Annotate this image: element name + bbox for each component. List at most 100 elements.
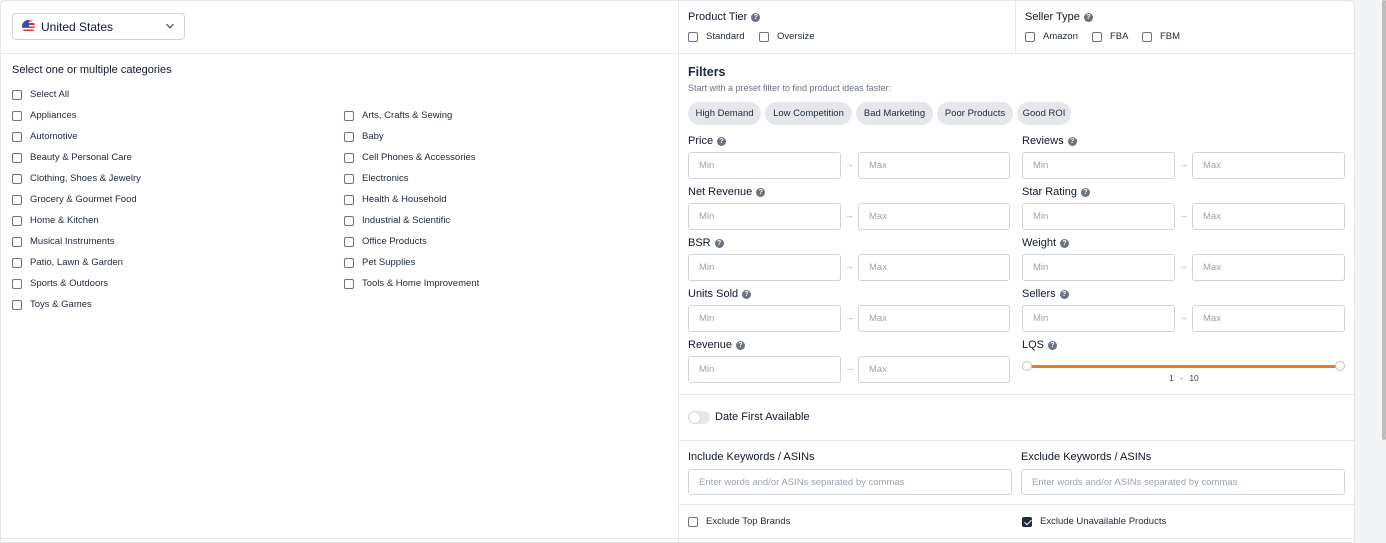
- checkbox-box[interactable]: [12, 278, 22, 289]
- exclude-keywords-input[interactable]: Enter words and/or ASINs separated by co…: [1021, 469, 1345, 495]
- lqs-min-handle[interactable]: [1022, 361, 1032, 371]
- category-checkbox[interactable]: Arts, Crafts & Sewing: [344, 110, 452, 121]
- include-keywords-input[interactable]: Enter words and/or ASINs separated by co…: [688, 469, 1012, 495]
- star-rating-min-input[interactable]: Min: [1022, 203, 1175, 230]
- star-rating-max-input[interactable]: Max: [1192, 203, 1345, 230]
- checkbox-box[interactable]: [12, 152, 22, 163]
- category-checkbox[interactable]: Clothing, Shoes & Jewelry: [12, 173, 141, 184]
- category-checkbox[interactable]: Electronics: [344, 173, 408, 184]
- exclude-unavailable-checkbox[interactable]: Exclude Unavailable Products: [1022, 516, 1166, 527]
- seller-fba-checkbox[interactable]: FBA: [1092, 31, 1128, 42]
- net-revenue-min-input[interactable]: Min: [688, 203, 841, 230]
- category-checkbox[interactable]: Appliances: [12, 110, 76, 121]
- preset-low-competition-chip[interactable]: Low Competition: [765, 102, 852, 125]
- revenue-min-input[interactable]: Min: [688, 356, 841, 383]
- category-checkbox[interactable]: Beauty & Personal Care: [12, 152, 132, 163]
- units-sold-max-input[interactable]: Max: [858, 305, 1010, 332]
- checkbox-box[interactable]: [344, 131, 354, 142]
- category-checkbox[interactable]: Baby: [344, 131, 384, 142]
- checkbox-box[interactable]: [1142, 31, 1152, 42]
- checkbox-box[interactable]: [1025, 31, 1035, 42]
- preset-good-roi-chip[interactable]: Good ROI: [1017, 102, 1071, 125]
- checkbox-box[interactable]: [12, 173, 22, 184]
- preset-high-demand-chip[interactable]: High Demand: [688, 102, 761, 125]
- checkbox-box[interactable]: [12, 131, 22, 142]
- help-icon[interactable]: ?: [1059, 289, 1069, 299]
- category-checkbox[interactable]: Home & Kitchen: [12, 215, 99, 226]
- checkbox-box[interactable]: [759, 31, 769, 42]
- category-checkbox[interactable]: Tools & Home Improvement: [344, 278, 479, 289]
- bsr-min-input[interactable]: Min: [688, 254, 841, 281]
- filters-title: Filters: [688, 65, 726, 79]
- checkbox-box[interactable]: [12, 89, 22, 100]
- exclude-top-brands-checkbox[interactable]: Exclude Top Brands: [688, 516, 790, 527]
- checkbox-box[interactable]: [344, 257, 354, 268]
- checkbox-box[interactable]: [12, 110, 22, 121]
- help-icon[interactable]: ?: [756, 187, 766, 197]
- tier-oversize-checkbox[interactable]: Oversize: [759, 31, 814, 42]
- units-sold-min-input[interactable]: Min: [688, 305, 841, 332]
- checkbox-box[interactable]: [344, 236, 354, 247]
- revenue-max-input[interactable]: Max: [858, 356, 1010, 383]
- sellers-max-input[interactable]: Max: [1192, 305, 1345, 332]
- help-icon[interactable]: ?: [742, 289, 752, 299]
- checkbox-box[interactable]: [12, 257, 22, 268]
- net-revenue-max-input[interactable]: Max: [858, 203, 1010, 230]
- weight-min-input[interactable]: Min: [1022, 254, 1175, 281]
- help-icon[interactable]: ?: [714, 238, 724, 248]
- checkbox-box[interactable]: [12, 194, 22, 205]
- help-icon[interactable]: ?: [1060, 238, 1070, 248]
- seller-amazon-checkbox[interactable]: Amazon: [1025, 31, 1078, 42]
- lqs-slider-track[interactable]: [1027, 365, 1340, 368]
- category-checkbox[interactable]: Automotive: [12, 131, 78, 142]
- help-icon[interactable]: ?: [1083, 12, 1093, 22]
- price-max-input[interactable]: Max: [858, 152, 1010, 179]
- reviews-max-input[interactable]: Max: [1192, 152, 1345, 179]
- help-icon[interactable]: ?: [1081, 187, 1091, 197]
- category-checkbox[interactable]: Health & Household: [344, 194, 447, 205]
- preset-poor-products-chip[interactable]: Poor Products: [937, 102, 1013, 125]
- page-scrollbar[interactable]: [1382, 0, 1386, 440]
- category-checkbox[interactable]: Patio, Lawn & Garden: [12, 257, 123, 268]
- checkbox-box[interactable]: [12, 215, 22, 226]
- lqs-max-handle[interactable]: [1335, 361, 1345, 371]
- checkbox-box[interactable]: [344, 173, 354, 184]
- category-checkbox[interactable]: Industrial & Scientific: [344, 215, 450, 226]
- checkbox-box[interactable]: [344, 152, 354, 163]
- checkbox-box[interactable]: [12, 299, 22, 310]
- help-icon[interactable]: ?: [1048, 340, 1058, 350]
- category-checkbox[interactable]: Pet Supplies: [344, 257, 415, 268]
- category-checkbox[interactable]: Cell Phones & Accessories: [344, 152, 476, 163]
- reviews-min-input[interactable]: Min: [1022, 152, 1175, 179]
- price-min-input[interactable]: Min: [688, 152, 841, 179]
- sellers-min-input[interactable]: Min: [1022, 305, 1175, 332]
- preset-bad-marketing-chip[interactable]: Bad Marketing: [856, 102, 933, 125]
- field-label-text: Star Rating: [1022, 186, 1078, 198]
- category-select-all-checkbox[interactable]: Select All: [12, 89, 69, 100]
- category-checkbox[interactable]: Sports & Outdoors: [12, 278, 108, 289]
- category-checkbox[interactable]: Grocery & Gourmet Food: [12, 194, 137, 205]
- checkbox-box[interactable]: [344, 215, 354, 226]
- checkbox-box[interactable]: [1022, 516, 1032, 527]
- checkbox-box[interactable]: [1092, 31, 1102, 42]
- country-select[interactable]: United States: [12, 13, 185, 40]
- checkbox-box[interactable]: [688, 31, 698, 42]
- seller-fbm-checkbox[interactable]: FBM: [1142, 31, 1180, 42]
- weight-max-input[interactable]: Max: [1192, 254, 1345, 281]
- help-icon[interactable]: ?: [717, 136, 727, 146]
- checkbox-box[interactable]: [344, 278, 354, 289]
- tier-standard-checkbox[interactable]: Standard: [688, 31, 745, 42]
- category-checkbox[interactable]: Musical Instruments: [12, 236, 114, 247]
- category-checkbox[interactable]: Toys & Games: [12, 299, 92, 310]
- date-first-available-label: Date First Available: [715, 411, 810, 423]
- category-checkbox[interactable]: Office Products: [344, 236, 427, 247]
- help-icon[interactable]: ?: [736, 340, 746, 350]
- help-icon[interactable]: ?: [1067, 136, 1077, 146]
- checkbox-box[interactable]: [344, 194, 354, 205]
- checkbox-box[interactable]: [344, 110, 354, 121]
- date-first-available-toggle[interactable]: [688, 411, 710, 424]
- help-icon[interactable]: ?: [751, 12, 761, 22]
- bsr-max-input[interactable]: Max: [858, 254, 1010, 281]
- checkbox-box[interactable]: [688, 516, 698, 527]
- checkbox-box[interactable]: [12, 236, 22, 247]
